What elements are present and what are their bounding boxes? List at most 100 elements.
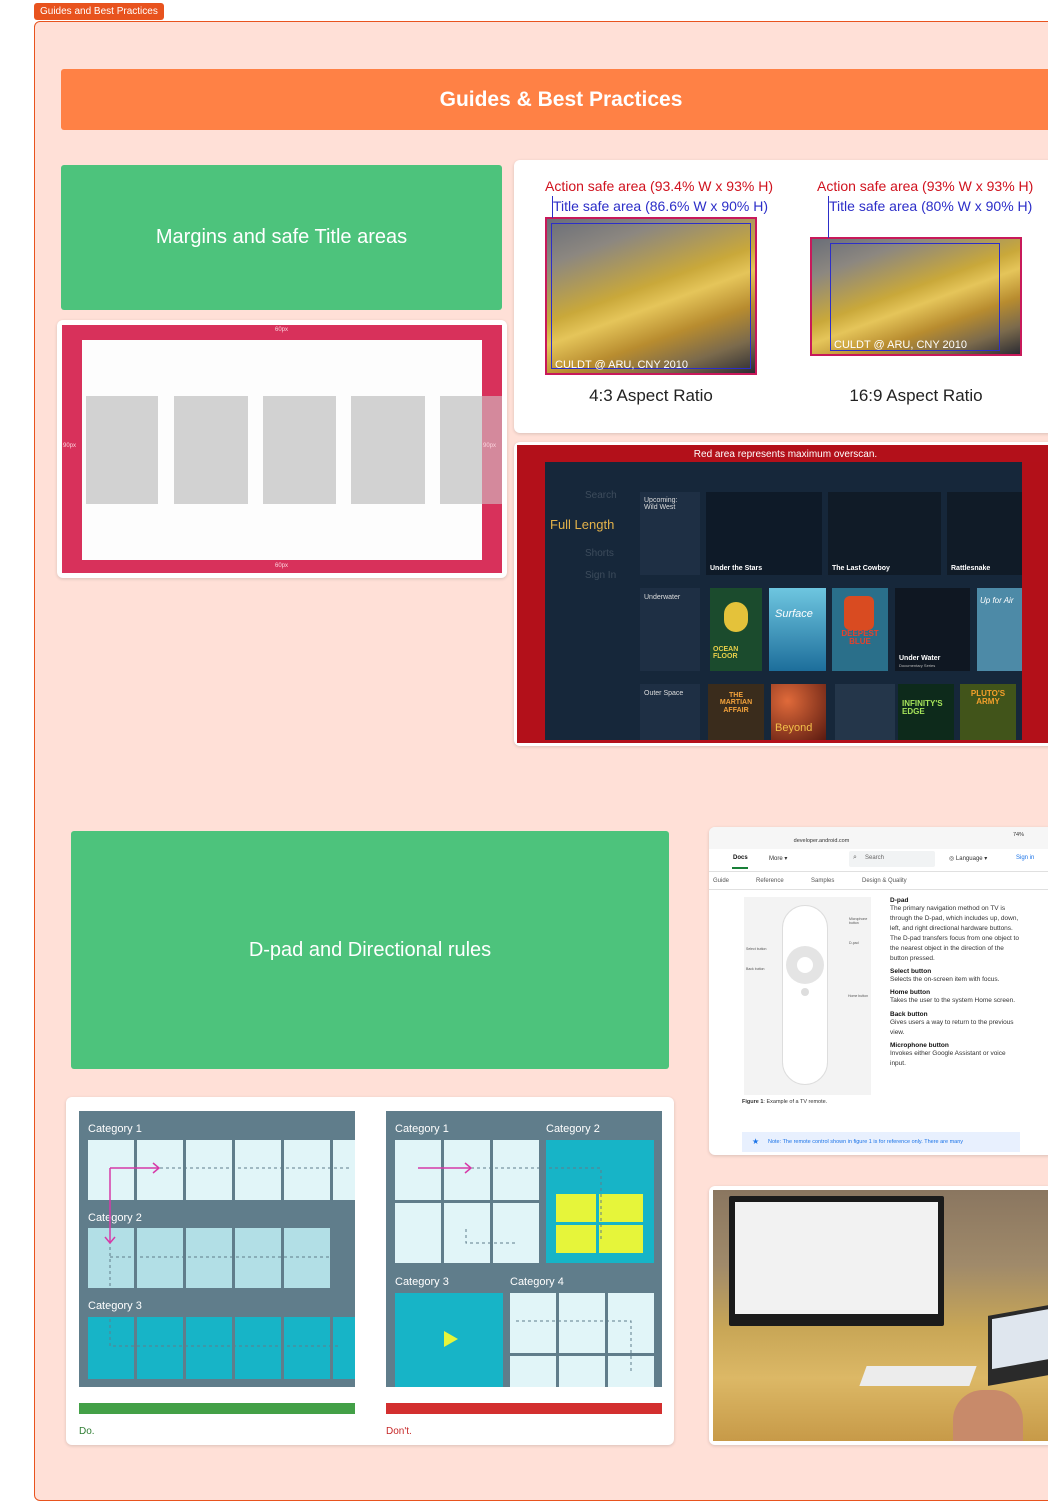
ratio-label-43: 4:3 Aspect Ratio <box>589 386 713 405</box>
desk-photo-card <box>709 1186 1048 1445</box>
poster-title: THE MARTIAN AFFAIR <box>719 692 753 714</box>
monitor <box>729 1196 944 1326</box>
poster-tile[interactable]: Up for Air <box>977 588 1022 671</box>
poster-tile[interactable]: The Last Cowboy <box>828 492 941 575</box>
row-header-card[interactable]: Upcoming: Wild West <box>640 492 700 575</box>
poster-title: Surface <box>775 608 813 620</box>
dont-label: Don't. <box>386 1426 412 1437</box>
remote-callout: Microphone button <box>849 917 868 925</box>
language-menu[interactable]: ◎ Language ▾ <box>949 855 987 862</box>
url-text[interactable]: developer.android.com <box>709 838 934 844</box>
content-tile <box>86 396 158 504</box>
remote-figure: Microphone button D-pad Select button Ba… <box>744 897 871 1095</box>
nav-more[interactable]: More ▾ <box>769 855 787 862</box>
do-label: Do. <box>79 1426 95 1437</box>
section-heading: Microphone button <box>890 1041 949 1049</box>
laptop <box>988 1304 1048 1386</box>
laptop-screen <box>992 1308 1048 1370</box>
overscan-card: Red area represents maximum overscan. Se… <box>514 442 1048 746</box>
title-safe-box <box>830 243 1000 351</box>
poster-title: Beyond <box>775 722 813 734</box>
poster-tile[interactable]: DEEPEST BLUE <box>832 588 888 671</box>
tv-menu-search[interactable]: Search <box>585 490 617 501</box>
home-button-icon <box>801 988 809 996</box>
photo-watermark: CULDT @ ARU, CNY 2010 <box>555 359 689 371</box>
poster-title: Under the Stars <box>710 565 763 572</box>
section-text: The primary navigation method on TV is t… <box>890 905 1019 963</box>
poster-tile[interactable]: Beyond <box>771 684 826 740</box>
docs-text-column: D-pad The primary navigation method on T… <box>890 897 1022 1069</box>
do-bar <box>79 1403 355 1414</box>
subnav-design-quality[interactable]: Design & Quality <box>862 878 907 884</box>
row-label: Underwater <box>644 594 681 601</box>
poster-title: DEEPEST BLUE <box>841 629 879 647</box>
poster-title: PLUTO'S ARMY <box>970 689 1006 707</box>
title-safe-label-169: Title safe area (80% W x 90% H) <box>829 198 1033 214</box>
dont-bar <box>386 1403 662 1414</box>
nav-docs[interactable]: Docs <box>733 855 748 861</box>
lion-dance-photo-169: CULDT @ ARU, CNY 2010 <box>810 237 1022 356</box>
section-heading: Back button <box>890 1010 928 1018</box>
tv-safe-area <box>82 340 482 560</box>
select-button-icon <box>797 957 813 973</box>
section-text: Selects the on-screen item with focus. <box>890 976 1000 984</box>
globe-icon: ◎ <box>949 856 955 862</box>
overscan-right-edge <box>1022 462 1048 740</box>
poster-tile[interactable]: Under the Stars <box>706 492 822 575</box>
safe-areas-card: Action safe area (93.4% W x 93% H) Title… <box>514 160 1048 433</box>
tv-menu-shorts[interactable]: Shorts <box>585 548 614 559</box>
section-text: Invokes either Google Assistant or voice… <box>890 1049 1006 1067</box>
poster-title: OCEAN FLOOR <box>713 646 739 660</box>
do-focus-paths <box>104 1162 349 1347</box>
tv-menu-signin[interactable]: Sign In <box>585 570 616 581</box>
overscan-area: Red area represents maximum overscan. Se… <box>517 445 1048 743</box>
row-label: Upcoming: Wild West <box>644 497 678 511</box>
tv-frame: 60px 60px 90px 90px <box>62 325 502 573</box>
section-text: Gives users a way to return to the previ… <box>890 1018 1014 1036</box>
search-placeholder: Search <box>865 855 885 861</box>
do-panel: Category 1 Category 2 Category 3 <box>79 1111 355 1387</box>
title-safe-box <box>551 223 751 369</box>
monitor-screen <box>735 1202 938 1314</box>
divider <box>709 889 1048 890</box>
subnav-samples[interactable]: Samples <box>811 878 834 884</box>
margins-diagram-card: 60px 60px 90px 90px <box>57 320 507 578</box>
poster-tile[interactable]: Surface <box>769 588 826 671</box>
poster-tile[interactable]: Under Water Documentary Series <box>895 588 970 671</box>
dpad-title-card: D-pad and Directional rules <box>71 831 669 1069</box>
content-tile <box>351 396 425 504</box>
subnav-guide[interactable]: Guide <box>713 878 729 884</box>
content-tile <box>263 396 336 504</box>
browser-bar: developer.android.com 74% <box>709 827 1048 849</box>
poster-tile[interactable]: PLUTO'S ARMY <box>960 684 1016 740</box>
poster-tile[interactable]: INFINITY'S EDGE <box>898 684 954 740</box>
signin-link[interactable]: Sign in <box>1016 855 1034 861</box>
tv-browse-ui: Search Full Length Shorts Sign In Upcomi… <box>545 462 1022 740</box>
margin-left-label: 90px <box>63 443 77 449</box>
tv-menu-full-length[interactable]: Full Length <box>550 517 614 532</box>
row-label: Outer Space <box>644 690 684 697</box>
keyboard <box>859 1366 977 1386</box>
title-safe-leader <box>828 196 829 238</box>
poster-tile[interactable] <box>835 684 895 740</box>
section-heading: D-pad <box>890 897 909 904</box>
desk-photo <box>713 1190 1048 1441</box>
poster-tile[interactable]: OCEAN FLOOR <box>710 588 762 671</box>
dpad-rules-card: Category 1 Category 2 Category 3 Do. Cat… <box>66 1097 674 1445</box>
figure-caption-text: : Example of a TV remote. <box>763 1099 828 1105</box>
margin-top-label: 60px <box>275 327 289 333</box>
poster-tile[interactable]: THE MARTIAN AFFAIR <box>708 684 764 740</box>
search-input[interactable]: ⌕ Search <box>849 851 935 867</box>
content-tile-overflow <box>482 396 502 504</box>
ratio-label-169: 16:9 Aspect Ratio <box>849 386 983 405</box>
row-header-card[interactable]: Underwater <box>640 588 700 671</box>
subnav-reference[interactable]: Reference <box>756 878 784 884</box>
row-header-card[interactable]: Outer Space <box>640 684 700 740</box>
remote-callout: Back button <box>746 967 765 971</box>
figure-caption: Figure 1: Example of a TV remote. <box>742 1099 827 1105</box>
frame-tag[interactable]: Guides and Best Practices <box>34 3 164 20</box>
title-safe-label-43: Title safe area (86.6% W x 90% H) <box>553 198 769 214</box>
poster-title: Under Water <box>899 655 941 662</box>
poster-tile[interactable]: Rattlesnake <box>947 492 1022 575</box>
nav-docs-underline <box>732 867 748 869</box>
